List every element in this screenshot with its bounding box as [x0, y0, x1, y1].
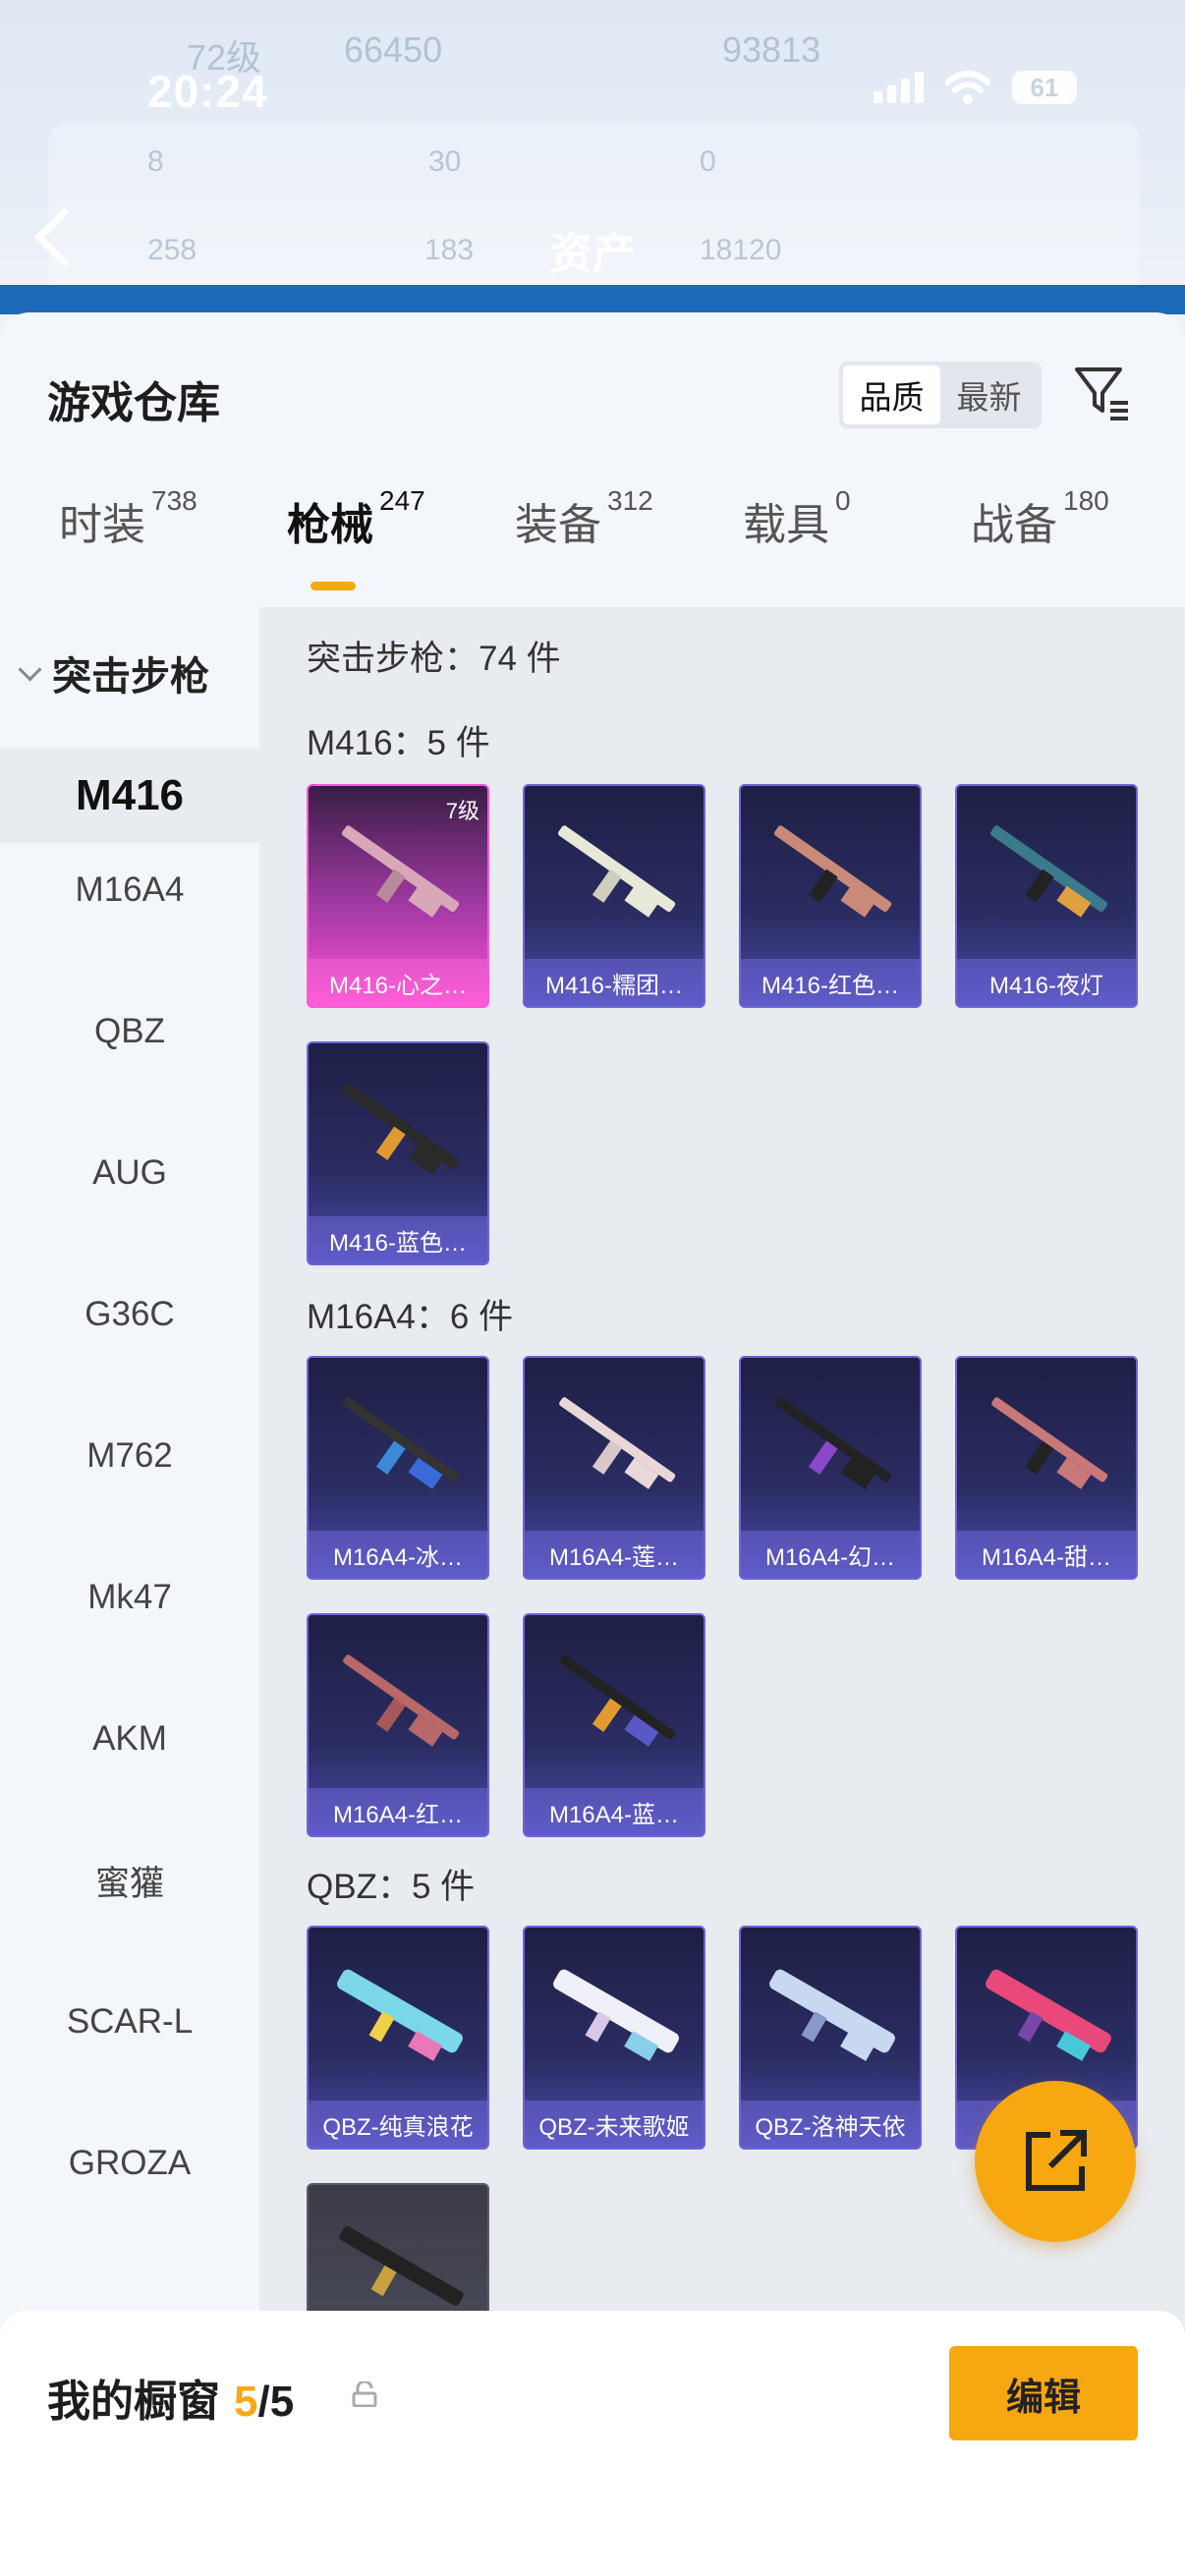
blurred-text: 66450 — [344, 29, 443, 70]
weapon-name: M416-红色… — [741, 959, 920, 1006]
rifle-icon — [775, 1397, 892, 1489]
wifi-icon — [945, 71, 990, 104]
rifle-icon — [986, 1969, 1111, 2061]
rifle-icon — [769, 1969, 895, 2061]
weapon-name: QBZ-纯真浪花 — [309, 2100, 487, 2148]
showcase-label: 我的橱窗 5 /5 — [47, 2378, 295, 2426]
weapon-name: M16A4-蓝… — [525, 1788, 704, 1835]
share-icon — [1026, 2130, 1087, 2191]
rifle-icon — [341, 1083, 460, 1175]
sidebar-item-groza[interactable]: GROZA — [0, 2116, 259, 2211]
sidebar-item-m16a4[interactable]: M16A4 — [0, 843, 259, 937]
battery-icon: 61 — [1012, 71, 1077, 104]
rifle-icon — [339, 2225, 464, 2306]
weapon-sidebar: 突击步枪 M416 M16A4 QBZ AUG G36C M762 Mk47 A… — [0, 607, 259, 2576]
sidebar-item-akm[interactable]: AKM — [0, 1692, 259, 1786]
weapon-name: M416-糯团… — [525, 959, 704, 1006]
weapon-card[interactable]: M16A4-红… — [307, 1613, 489, 1837]
weapon-name: QBZ-未来歌姬 — [525, 2100, 704, 2148]
tab-fashion[interactable]: 时装 738 — [59, 485, 198, 552]
sidebar-item-qbz[interactable]: QBZ — [0, 984, 259, 1079]
weapon-card[interactable]: QBZ-未来歌姬 — [523, 1926, 705, 2150]
sidebar-item-g36c[interactable]: G36C — [0, 1267, 259, 1362]
rifle-icon — [991, 1397, 1108, 1489]
rifle-icon — [553, 1969, 679, 2061]
weapon-name: M416-蓝色… — [309, 1216, 487, 1263]
rifle-icon — [337, 1969, 463, 2061]
showcase-count: 5 — [234, 2378, 258, 2426]
sidebar-item-honey-badger[interactable]: 蜜獾 — [0, 1833, 259, 1928]
showcase-total: /5 — [257, 2378, 295, 2426]
weapon-card[interactable]: M416-红色… — [739, 784, 922, 1008]
sort-toggle: 品质 最新 — [839, 362, 1042, 428]
category-count: 突击步枪：74 件 — [307, 640, 561, 678]
weapon-name: M16A4-红… — [309, 1788, 487, 1835]
rifle-icon — [989, 825, 1108, 918]
page-title: 资产 — [549, 230, 636, 278]
rifle-icon — [343, 1397, 460, 1489]
weapon-card[interactable]: M416-夜灯 — [955, 784, 1138, 1008]
tab-combat-gear[interactable]: 战备 180 — [971, 485, 1109, 552]
sort-latest-button[interactable]: 最新 — [940, 365, 1038, 424]
rifle-icon — [559, 1397, 676, 1489]
weapon-card[interactable]: QBZ-纯真浪花 — [307, 1926, 489, 2150]
sort-quality-button[interactable]: 品质 — [843, 365, 940, 424]
rifle-icon — [341, 825, 460, 918]
rifle-icon — [343, 1654, 460, 1747]
group-heading: QBZ：5 件 — [307, 1868, 476, 1906]
cellular-signal-icon — [874, 72, 924, 103]
weapon-grid: 突击步枪：74 件 M416：5 件 7级 M416-心之… M416-糯团… … — [259, 607, 1185, 2576]
tab-equipment[interactable]: 装备 312 — [515, 485, 653, 552]
weapon-name: M416-夜灯 — [957, 959, 1136, 1006]
group-heading: M416：5 件 — [307, 724, 490, 762]
showcase-bar: 我的橱窗 5 /5 编辑 — [0, 2311, 1185, 2576]
filter-icon[interactable] — [1071, 360, 1134, 422]
share-button[interactable] — [975, 2081, 1136, 2242]
weapon-card[interactable]: M16A4-蓝… — [523, 1613, 705, 1837]
weapon-card[interactable]: QBZ-洛神天依 — [739, 1926, 922, 2150]
warehouse-panel: 游戏仓库 品质 最新 时装 738 枪械 247 装备 312 载具 0 战备 … — [0, 312, 1185, 2576]
weapon-card[interactable]: 7级 M416-心之… — [307, 784, 489, 1008]
weapon-name: M16A4-莲… — [525, 1531, 704, 1578]
weapon-card[interactable]: M16A4-甜… — [955, 1356, 1138, 1580]
sidebar-item-scar-l[interactable]: SCAR-L — [0, 1975, 259, 2069]
tab-guns[interactable]: 枪械 247 — [287, 485, 425, 552]
weapon-name: M16A4-冰… — [309, 1531, 487, 1578]
status-icons: 61 — [874, 71, 1077, 104]
blurred-text: 30 — [428, 145, 462, 178]
weapon-card[interactable]: M16A4-莲… — [523, 1356, 705, 1580]
sidebar-item-m416[interactable]: M416 — [0, 749, 259, 843]
weapon-name: QBZ-洛神天依 — [741, 2100, 920, 2148]
blurred-text: 93813 — [722, 29, 821, 70]
weapon-name: M16A4-甜… — [957, 1531, 1136, 1578]
sidebar-category-header[interactable]: 突击步枪 — [18, 644, 209, 701]
tab-vehicles[interactable]: 载具 0 — [743, 485, 851, 552]
edit-button[interactable]: 编辑 — [949, 2346, 1138, 2440]
panel-title: 游戏仓库 — [47, 379, 220, 427]
category-tabs: 时装 738 枪械 247 装备 312 载具 0 战备 180 — [0, 485, 1185, 607]
rifle-icon — [557, 825, 676, 918]
header-bottom-strip — [0, 285, 1185, 314]
sidebar-item-mk47[interactable]: Mk47 — [0, 1550, 259, 1645]
lock-icon — [352, 2381, 377, 2407]
weapon-name: M416-心之… — [309, 959, 487, 1006]
weapon-card[interactable]: M416-蓝色… — [307, 1041, 489, 1265]
weapon-card[interactable]: M16A4-幻… — [739, 1356, 922, 1580]
chevron-down-icon — [18, 656, 42, 682]
rifle-icon — [773, 825, 892, 918]
blurred-text: 8 — [147, 145, 164, 178]
group-heading: M16A4：6 件 — [307, 1298, 514, 1336]
weapon-name: M16A4-幻… — [741, 1531, 920, 1578]
sidebar-item-m762[interactable]: M762 — [0, 1409, 259, 1503]
rifle-icon — [559, 1654, 676, 1747]
weapon-card[interactable]: M16A4-冰… — [307, 1356, 489, 1580]
sidebar-item-aug[interactable]: AUG — [0, 1126, 259, 1220]
blurred-text: 0 — [700, 145, 716, 178]
status-time: 20:24 — [147, 66, 268, 117]
weapon-card[interactable]: M416-糯团… — [523, 784, 705, 1008]
active-tab-indicator — [310, 582, 356, 590]
